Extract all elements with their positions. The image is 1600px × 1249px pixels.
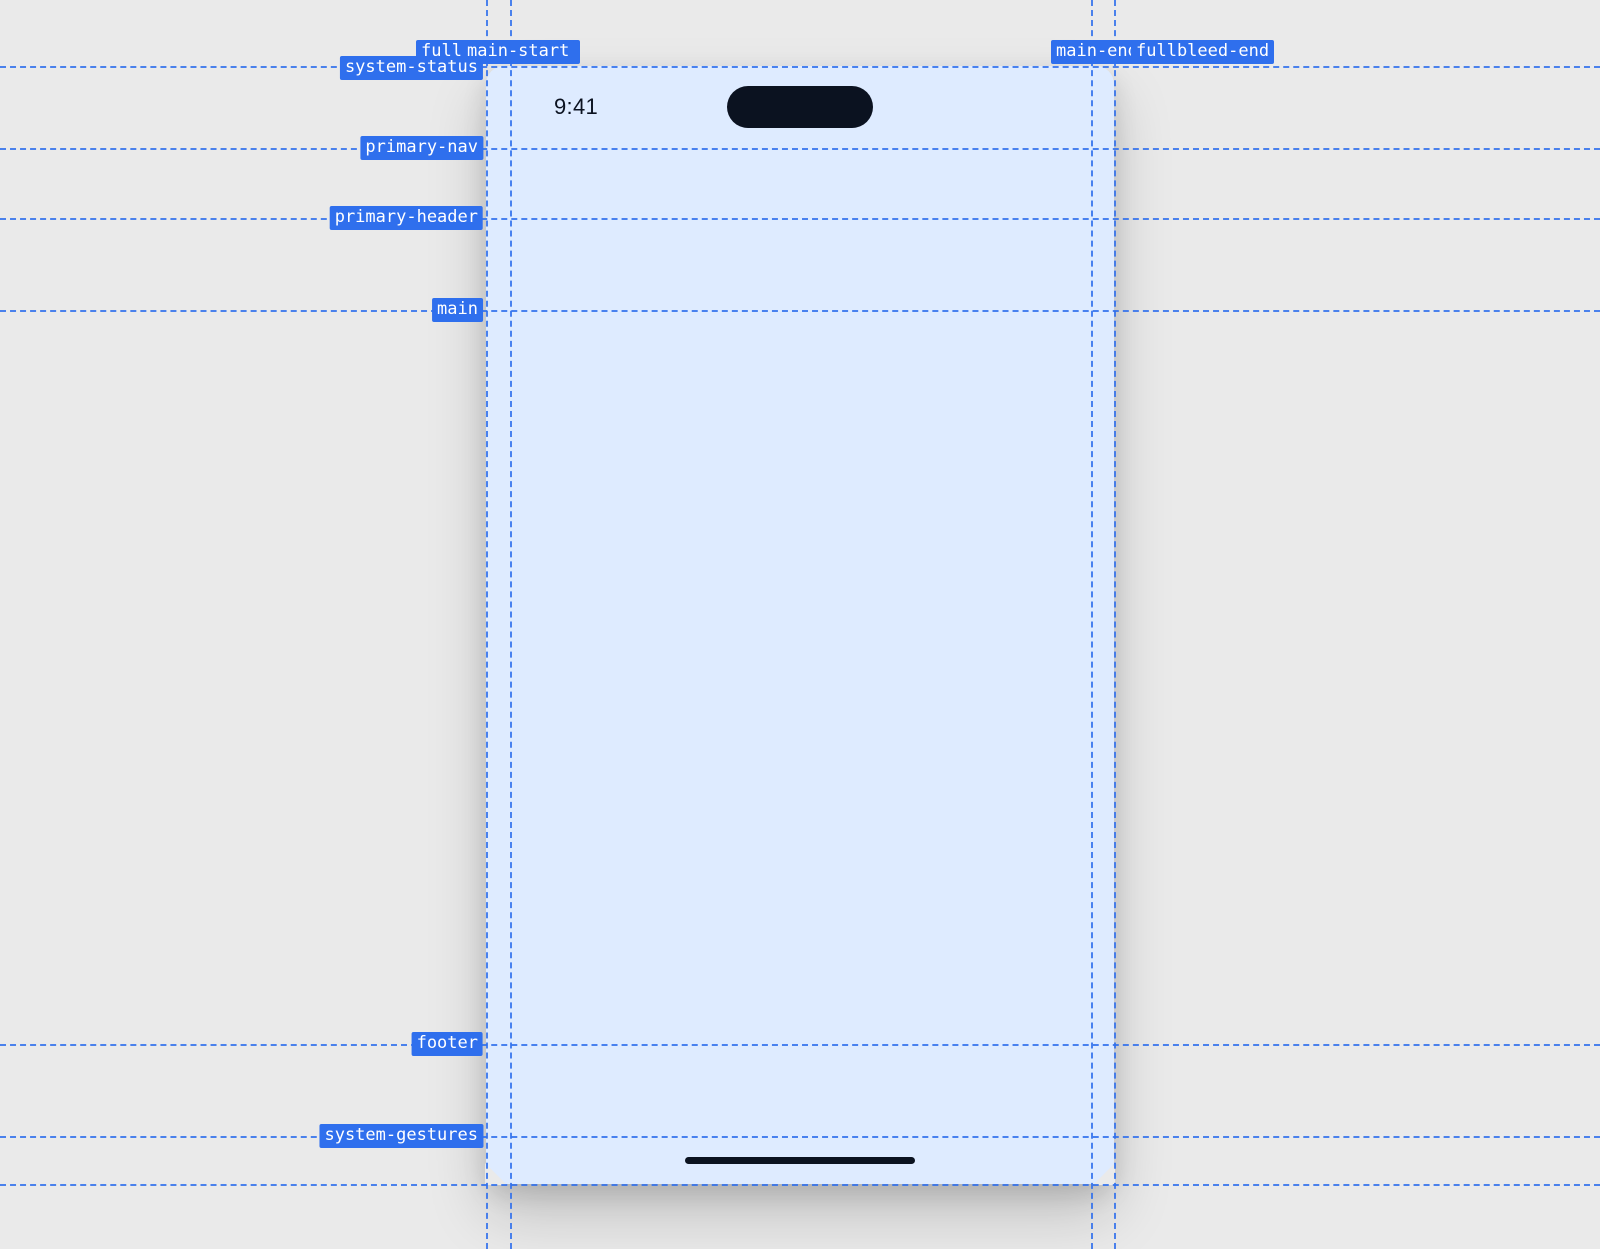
label-system-status: system-status (340, 56, 483, 80)
label-primary-header: primary-header (330, 206, 483, 230)
guide-system-status (0, 66, 1600, 68)
device-corner-br (1093, 1163, 1115, 1185)
label-fullbleed-end: fullbleed-end (1131, 40, 1274, 64)
guide-primary-header (0, 218, 1600, 220)
guide-main-end (1091, 0, 1093, 1249)
guide-footer (0, 1044, 1600, 1046)
guide-main (0, 310, 1600, 312)
guide-primary-nav (0, 148, 1600, 150)
device-frame: 9:41 (486, 66, 1114, 1184)
label-main-end: main-end (1051, 40, 1143, 64)
guide-device-bottom (0, 1184, 1600, 1186)
label-system-gestures: system-gestures (319, 1124, 483, 1148)
guide-system-gestures (0, 1136, 1600, 1138)
guide-fullbleed-start (486, 0, 488, 1249)
guide-fullbleed-end (1114, 0, 1116, 1249)
device-corner-bl (485, 1163, 507, 1185)
guide-main-start (510, 0, 512, 1249)
label-main: main (432, 298, 483, 322)
home-indicator (685, 1157, 915, 1164)
status-time: 9:41 (554, 94, 598, 120)
label-primary-nav: primary-nav (360, 136, 483, 160)
dynamic-island (727, 86, 873, 128)
label-footer: footer (412, 1032, 483, 1056)
